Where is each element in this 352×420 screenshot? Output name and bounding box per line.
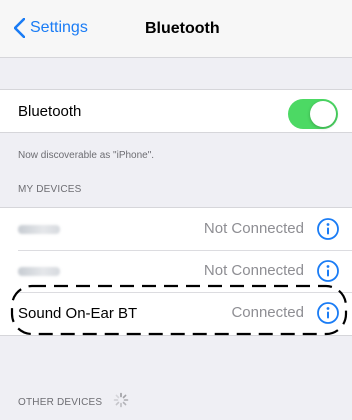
page-title: Bluetooth [145, 20, 220, 37]
bluetooth-toggle[interactable] [288, 99, 338, 129]
navigation-bar: Settings Bluetooth [0, 0, 352, 58]
my-devices-group: Not Connected Not Connected Sound On-Ear… [0, 207, 352, 336]
back-label: Settings [30, 19, 88, 36]
bluetooth-group: Bluetooth [0, 89, 352, 133]
discoverable-note: Now discoverable as "iPhone". [18, 150, 155, 161]
chevron-left-icon [14, 18, 25, 38]
device-row-1[interactable]: Not Connected [0, 208, 352, 250]
device-status: Not Connected [203, 220, 304, 237]
device-name-redacted [18, 266, 60, 276]
device-status: Connected [231, 304, 304, 321]
info-icon[interactable] [316, 259, 340, 283]
spinner-icon [113, 392, 129, 408]
toggle-knob [310, 101, 336, 127]
device-row-3[interactable]: Sound On-Ear BT Connected [0, 292, 352, 334]
back-button[interactable]: Settings [14, 15, 88, 41]
bluetooth-label: Bluetooth [18, 102, 82, 120]
device-status: Not Connected [203, 262, 304, 279]
info-icon[interactable] [316, 301, 340, 325]
other-devices-header: OTHER DEVICES [18, 397, 103, 408]
my-devices-header: MY DEVICES [18, 184, 82, 195]
device-name-redacted [18, 224, 60, 234]
bluetooth-row: Bluetooth [0, 90, 352, 132]
device-row-2[interactable]: Not Connected [0, 250, 352, 292]
info-icon[interactable] [316, 217, 340, 241]
device-name: Sound On-Ear BT [18, 304, 138, 322]
